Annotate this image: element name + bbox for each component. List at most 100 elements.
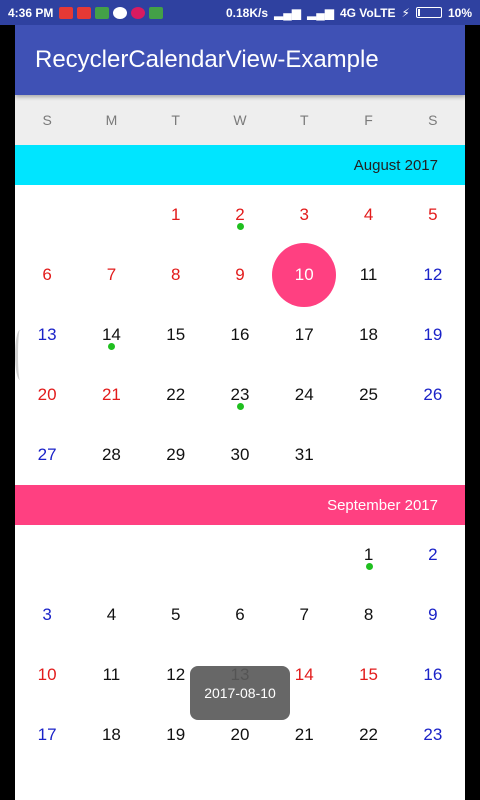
day-number: 3	[42, 605, 52, 624]
day-cell[interactable]: 8	[336, 585, 400, 645]
day-number: 22	[166, 385, 186, 404]
day-number: 26	[423, 385, 443, 404]
day-cell[interactable]: 28	[79, 425, 143, 485]
day-number: 17	[294, 325, 314, 344]
day-cell[interactable]: 16	[401, 645, 465, 705]
day-number: 5	[428, 205, 438, 224]
event-dot-icon	[236, 223, 244, 230]
day-cell[interactable]: 2	[401, 525, 465, 585]
day-cell[interactable]: 4	[79, 585, 143, 645]
day-cell[interactable]: 15	[144, 305, 208, 365]
status-time: 4:36 PM	[8, 5, 54, 20]
day-cell[interactable]: 9	[208, 245, 272, 305]
status-bar: 4:36 PM 0.18K/s ▂▄▆ ▂▄▆ 4G VoLTE ⚡ 10%	[0, 0, 480, 25]
day-cell[interactable]: 11	[79, 645, 143, 705]
day-number: 1	[170, 205, 181, 224]
carrier-label: 4G VoLTE	[339, 5, 396, 20]
event-dot-icon	[108, 343, 116, 350]
empty-day-cell	[79, 525, 143, 585]
week-row: 3 4 5 6 7 8 9	[15, 585, 465, 645]
day-cell[interactable]: 15	[336, 645, 400, 705]
day-cell[interactable]: 22	[336, 705, 400, 765]
day-number: 19	[423, 325, 443, 344]
day-cell[interactable]: 4	[336, 185, 400, 245]
day-cell[interactable]: 23	[401, 705, 465, 765]
day-cell[interactable]: 17	[272, 305, 336, 365]
day-cell-selected[interactable]: 10	[272, 243, 337, 307]
day-cell[interactable]: 14	[79, 305, 143, 365]
day-number: 16	[230, 325, 250, 344]
day-number: 27	[37, 445, 57, 464]
day-cell[interactable]: 3	[272, 185, 336, 245]
day-number: 15	[359, 665, 378, 684]
day-cell[interactable]: 3	[15, 585, 79, 645]
app-bar: RecyclerCalendarView-Example	[15, 25, 465, 95]
day-cell[interactable]: 10	[15, 645, 79, 705]
day-number: 2	[428, 545, 438, 564]
day-cell[interactable]: 31	[272, 425, 336, 485]
day-number: 3	[299, 205, 309, 224]
signal-icon: ▂▄▆	[274, 5, 301, 20]
day-cell[interactable]: 17	[15, 705, 79, 765]
weekday-label: S	[428, 112, 438, 128]
day-number: 31	[294, 445, 314, 464]
day-cell[interactable]: 6	[15, 245, 79, 305]
day-number: 19	[166, 725, 186, 744]
empty-day-cell	[336, 425, 400, 485]
day-number: 30	[230, 445, 250, 464]
day-cell[interactable]: 19	[401, 305, 465, 365]
day-number: 20	[230, 725, 250, 744]
day-number: 23	[230, 385, 250, 404]
empty-day-cell	[15, 185, 79, 245]
empty-day-cell	[272, 525, 336, 585]
day-cell[interactable]: 26	[401, 365, 465, 425]
day-cell[interactable]: 21	[79, 365, 143, 425]
day-number: 11	[102, 665, 121, 684]
day-number: 10	[37, 665, 57, 684]
empty-day-cell	[79, 185, 143, 245]
day-cell[interactable]: 20	[15, 365, 79, 425]
day-number: 6	[235, 605, 245, 624]
empty-day-cell	[144, 525, 208, 585]
day-number: 22	[359, 725, 378, 744]
month-label: August 2017	[353, 156, 438, 174]
day-cell[interactable]: 5	[401, 185, 465, 245]
day-cell[interactable]: 1	[144, 185, 208, 245]
week-row: 6 7 8 9 10 11 12	[15, 243, 465, 307]
day-number: 4	[363, 205, 374, 224]
toast-message: 2017-08-10	[190, 666, 290, 720]
day-cell[interactable]: 27	[15, 425, 79, 485]
day-number: 9	[235, 265, 245, 284]
day-cell[interactable]: 18	[336, 305, 400, 365]
day-cell[interactable]: 9	[401, 585, 465, 645]
day-cell[interactable]: 2	[208, 185, 272, 245]
day-cell[interactable]: 25	[336, 365, 400, 425]
day-number: 25	[359, 385, 378, 404]
day-number: 6	[42, 265, 52, 284]
empty-day-cell	[15, 525, 79, 585]
day-cell[interactable]: 12	[401, 245, 465, 305]
day-cell[interactable]: 22	[144, 365, 208, 425]
day-cell[interactable]: 7	[272, 585, 336, 645]
day-cell[interactable]: 16	[208, 305, 272, 365]
day-cell[interactable]: 1	[336, 525, 400, 585]
day-cell[interactable]: 18	[79, 705, 143, 765]
network-speed: 0.18K/s	[226, 5, 269, 20]
day-number: 24	[294, 385, 314, 404]
day-cell[interactable]: 29	[144, 425, 208, 485]
day-cell[interactable]: 11	[336, 245, 400, 305]
weekday-header: SMTWTFS	[15, 95, 465, 145]
day-cell[interactable]: 23	[208, 365, 272, 425]
week-row: 1 2 3 4 5	[15, 185, 465, 245]
app-notification-icon	[131, 6, 146, 19]
day-cell[interactable]: 30	[208, 425, 272, 485]
day-cell[interactable]: 6	[208, 585, 272, 645]
day-cell[interactable]: 8	[144, 245, 208, 305]
day-number: 1	[363, 545, 374, 564]
day-cell[interactable]: 24	[272, 365, 336, 425]
day-cell[interactable]: 5	[144, 585, 208, 645]
day-cell[interactable]: 7	[79, 245, 143, 305]
month-header: September 2017	[15, 485, 465, 525]
status-right: 0.18K/s ▂▄▆ ▂▄▆ 4G VoLTE ⚡ 10%	[226, 6, 472, 20]
day-number: 11	[359, 265, 378, 284]
